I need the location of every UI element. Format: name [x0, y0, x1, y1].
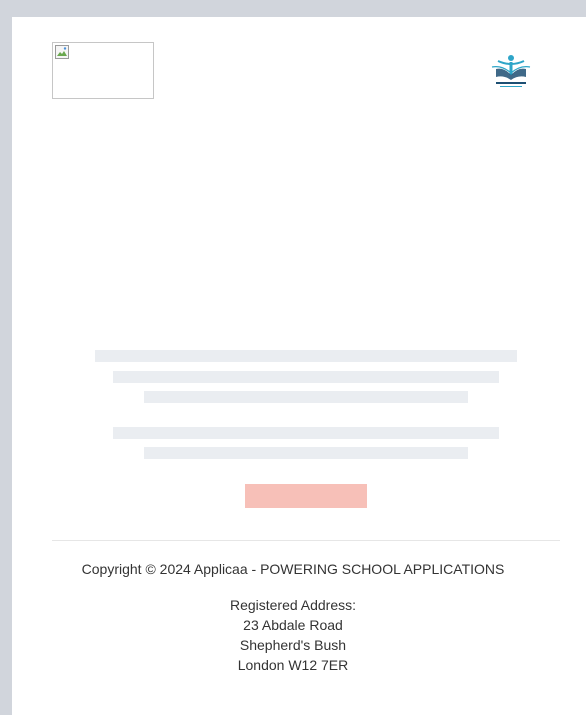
address-line: 23 Abdale Road: [243, 617, 343, 633]
text-skeleton-line: [113, 427, 499, 439]
address-line: Shepherd's Bush: [239, 637, 347, 653]
copyright-text: Copyright © 2024 Applicaa - POWERING SCH…: [81, 561, 505, 577]
footer: Copyright © 2024 Applicaa - POWERING SCH…: [0, 560, 586, 675]
broken-image-icon: [55, 45, 69, 59]
address-line: London W12 7ER: [237, 657, 349, 673]
text-skeleton-line: [95, 350, 517, 362]
text-skeleton-line: [113, 371, 499, 383]
address-label: Registered Address:: [229, 597, 357, 613]
footer-divider: [52, 540, 560, 541]
button-skeleton: [245, 484, 367, 508]
registered-address: Registered Address: 23 Abdale Road Sheph…: [0, 595, 586, 675]
header-image-placeholder: [52, 42, 154, 99]
text-skeleton-line: [144, 391, 468, 403]
education-book-logo-icon: [491, 55, 531, 87]
text-skeleton-line: [144, 447, 468, 459]
